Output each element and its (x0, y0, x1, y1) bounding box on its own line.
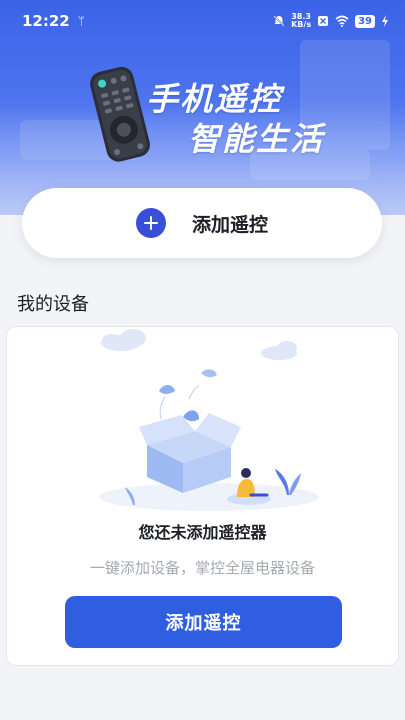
wifi-icon (335, 15, 349, 27)
usb-icon: ᛘ (77, 14, 85, 28)
devices-panel: 您还未添加遥控器 一键添加设备，掌控全屋电器设备 添加遥控 (6, 326, 399, 666)
net-speed-unit: KB/s (291, 20, 312, 29)
status-time: 12:22 (22, 12, 70, 30)
my-devices-title: 我的设备 (17, 294, 89, 315)
hero-title-line2: 智能生活 (188, 120, 325, 158)
add-remote-card-label: 添加遥控 (191, 213, 268, 236)
empty-state-description: 一键添加设备，掌控全屋电器设备 (89, 559, 315, 577)
net-speed: 38.3 KB/s (291, 13, 311, 29)
empty-box-illustration (99, 329, 319, 511)
status-icons: 38.3 KB/s 39 (273, 13, 389, 29)
add-remote-card[interactable]: 添加遥控 (22, 188, 382, 258)
battery-icon: 39 (355, 14, 375, 28)
remote-control-icon (90, 66, 150, 162)
charging-icon (382, 15, 388, 27)
mute-bell-icon (273, 15, 285, 27)
status-bar: 12:22 ᛘ 38.3 KB/s 39 (0, 0, 405, 42)
plus-icon (135, 208, 166, 238)
sim-off-icon (318, 16, 329, 26)
empty-state-title: 您还未添加遥控器 (138, 523, 267, 542)
add-remote-button[interactable]: 添加遥控 (65, 596, 342, 648)
